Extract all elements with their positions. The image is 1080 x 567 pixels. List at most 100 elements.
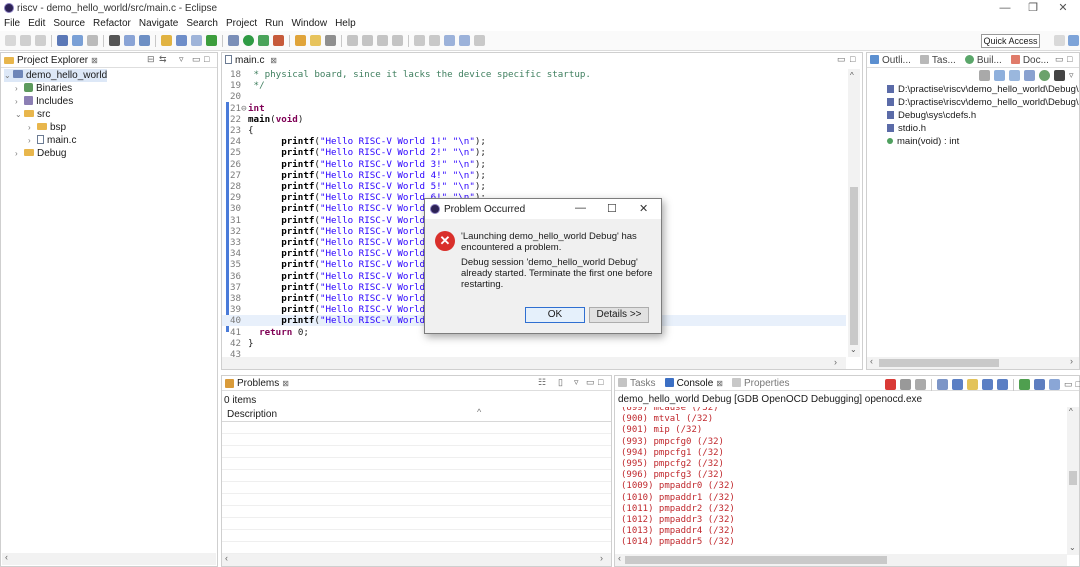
chevron-right-icon[interactable]: › [28,134,37,147]
details-button[interactable]: Details >> [589,307,649,323]
minimize-view-icon[interactable]: ▭ [192,54,201,65]
dialog-maximize-button[interactable]: ☐ [607,202,617,215]
editor-tab-main-c[interactable]: main.c ⊠ [225,55,277,67]
tree-item-binaries[interactable]: › Binaries [15,82,72,95]
hide-fields-icon[interactable] [994,70,1005,81]
scroll-down-icon[interactable]: ⌄ [850,345,857,354]
code-line[interactable]: 22 main(void) [222,114,846,125]
close-view-icon[interactable]: ⊠ [282,379,289,388]
close-tab-icon[interactable]: ⊠ [270,56,277,65]
filter-icon[interactable] [1054,70,1065,81]
chevron-right-icon[interactable]: › [15,82,24,95]
outline-item-main[interactable]: main(void) : int [887,135,959,148]
hide-macros-icon[interactable] [1039,70,1050,81]
scroll-left-icon[interactable]: ‹ [5,552,8,562]
tab-outline[interactable]: Outli... [870,54,911,66]
terminate-icon[interactable] [885,379,896,390]
remove-launch-icon[interactable] [900,379,911,390]
ok-button[interactable]: OK [525,307,585,323]
console-output[interactable]: (899) mcause (/32) (900) mtval (/32) (901)… [618,407,1066,555]
code-line[interactable]: 19 */ [222,80,846,91]
tree-item-project[interactable]: ⌄ demo_hello_world [4,69,107,82]
outline-item-stdio[interactable]: stdio.h [887,122,926,135]
code-line[interactable]: 18 * physical board, since it lacks the … [222,69,846,80]
console-vscroll[interactable]: ^ ⌄ [1067,407,1079,555]
back-icon[interactable] [459,35,470,46]
open-type-icon[interactable] [295,35,306,46]
outline-hscroll[interactable]: ‹ › [867,356,1079,369]
menu-run[interactable]: Run [265,18,283,29]
outline-item-cdefs[interactable]: Debug\sys\cdefs.h [887,109,976,122]
whitespace-icon[interactable] [362,35,373,46]
new-icon[interactable] [5,35,16,46]
show-on-output-icon[interactable] [982,379,993,390]
scroll-up-icon[interactable]: ^ [850,71,854,80]
code-line[interactable]: 20 [222,91,846,102]
next-annotation-icon[interactable] [414,35,425,46]
minimize-button[interactable]: — [990,0,1020,16]
run-config-icon[interactable] [258,35,269,46]
last-edit-icon[interactable] [444,35,455,46]
dialog-minimize-button[interactable]: — [575,202,586,214]
menu-refactor[interactable]: Refactor [93,18,131,29]
block-selection-icon[interactable] [377,35,388,46]
code-line[interactable]: 28 printf("Hello RISC-V World 5!" "\n"); [222,181,846,192]
menu-source[interactable]: Source [53,18,85,29]
editor-hscroll[interactable]: › [222,357,846,369]
maximize-button[interactable]: ❐ [1018,0,1048,16]
menu-edit[interactable]: Edit [28,18,45,29]
forward-icon[interactable] [474,35,485,46]
save-icon[interactable] [20,35,31,46]
build-icon[interactable] [57,35,68,46]
code-line[interactable]: 43 [222,349,846,357]
chevron-right-icon[interactable]: › [15,147,24,160]
build-config-icon[interactable] [72,35,83,46]
scroll-left-icon[interactable]: ‹ [870,356,873,366]
scroll-thumb[interactable] [1069,471,1077,485]
chevron-down-icon[interactable]: ⌄ [15,108,24,121]
minimize-editor-icon[interactable]: ▭ [837,54,846,65]
scroll-down-icon[interactable]: ⌄ [1069,543,1076,552]
link-editor-icon[interactable]: ⇆ [159,54,167,65]
open-resource-icon[interactable] [310,35,321,46]
minimize-view-icon[interactable]: ▭ [1064,379,1073,391]
problems-column-header[interactable]: Description ^ [222,407,611,422]
scroll-lock-icon[interactable] [952,379,963,390]
new-file-icon[interactable] [191,35,202,46]
external-tools-icon[interactable] [273,35,284,46]
new-class-icon[interactable] [176,35,187,46]
tab-tasks[interactable]: Tasks [618,377,656,389]
console-icon[interactable] [124,35,135,46]
globe-icon[interactable] [206,35,217,46]
tab-properties[interactable]: Properties [731,377,790,389]
scroll-up-icon[interactable]: ^ [1069,407,1073,416]
maximize-view-icon[interactable]: □ [1067,54,1072,64]
maximize-view-icon[interactable]: □ [204,54,209,64]
collapse-all-icon[interactable]: ⊟ [147,54,155,65]
search-icon[interactable] [325,35,336,46]
show-on-error-icon[interactable] [997,379,1008,390]
chevron-right-icon[interactable]: › [28,121,37,134]
explorer-hscroll[interactable]: ‹ [2,552,216,565]
maximize-view-icon[interactable]: □ [1076,379,1080,391]
tab-documentation[interactable]: Doc... [1010,54,1049,66]
hide-nonpublic-icon[interactable] [1024,70,1035,81]
minimize-view-icon[interactable]: ▭ [586,377,595,388]
tab-console[interactable]: Console ⊠ [664,377,723,389]
menu-search[interactable]: Search [186,18,218,29]
chevron-right-icon[interactable]: › [15,95,24,108]
scroll-right-icon[interactable]: › [834,357,837,367]
code-line[interactable]: 27 printf("Hello RISC-V World 4!" "\n"); [222,170,846,181]
scroll-left-icon[interactable]: ‹ [618,553,621,563]
sort-icon[interactable] [979,70,990,81]
print-icon[interactable] [87,35,98,46]
close-window-button[interactable]: ✕ [1048,0,1078,16]
open-console-icon[interactable] [1049,379,1060,390]
tree-item-includes[interactable]: › Includes [15,95,73,108]
open-perspective-icon[interactable] [1054,35,1065,46]
close-tab-icon[interactable]: ⊠ [716,379,723,388]
save-all-icon[interactable] [35,35,46,46]
project-explorer-title[interactable]: Project Explorer [17,55,88,66]
tab-tasks[interactable]: Tas... [919,54,956,66]
tree-item-src[interactable]: ⌄ src [15,108,50,121]
